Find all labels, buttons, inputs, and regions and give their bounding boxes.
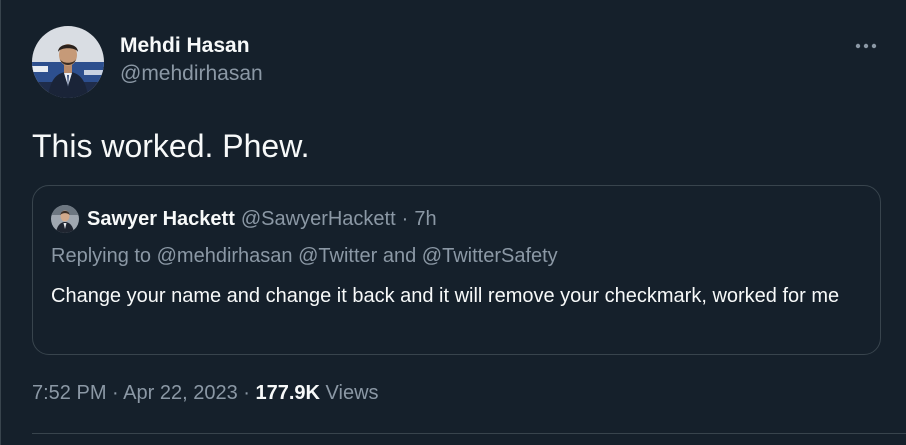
quoted-tweet-header: Sawyer Hackett @SawyerHackett · 7h xyxy=(51,205,437,233)
meta-separator: · xyxy=(237,382,256,404)
quoted-author-name[interactable]: Sawyer Hackett xyxy=(87,208,235,231)
more-options-button[interactable] xyxy=(854,34,878,58)
author-name[interactable]: Mehdi Hasan xyxy=(120,33,263,59)
quoted-timestamp[interactable]: 7h xyxy=(414,208,436,231)
tweet-header: Mehdi Hasan @mehdirhasan xyxy=(32,26,263,98)
views-count[interactable]: 177.9K xyxy=(255,382,320,404)
more-horizontal-icon xyxy=(855,43,877,49)
views-label: Views xyxy=(319,382,379,404)
quoted-author-handle[interactable]: @SawyerHackett xyxy=(241,208,396,231)
avatar-photo-icon xyxy=(32,26,104,98)
avatar-photo-icon xyxy=(51,205,79,233)
tweet-meta: 7:52 PM · Apr 22, 2023 · 177.9K Views xyxy=(32,382,379,405)
quoted-author-avatar[interactable] xyxy=(51,205,79,233)
author-handle[interactable]: @mehdirhasan xyxy=(120,61,263,87)
author-avatar[interactable] xyxy=(32,26,104,98)
author-info: Mehdi Hasan @mehdirhasan xyxy=(120,33,263,87)
tweet-detail: Mehdi Hasan @mehdirhasan This worked. Ph… xyxy=(0,0,906,445)
meta-separator: · xyxy=(106,382,124,404)
tweet-text: This worked. Phew. xyxy=(32,128,310,164)
tweet-time[interactable]: 7:52 PM xyxy=(32,382,106,404)
quoted-separator: · xyxy=(401,207,409,230)
replying-to: Replying to @mehdirhasan @Twitter and @T… xyxy=(51,245,558,267)
quoted-tweet[interactable]: Sawyer Hackett @SawyerHackett · 7h Reply… xyxy=(32,185,881,355)
divider xyxy=(32,433,906,434)
quoted-tweet-text: Change your name and change it back and … xyxy=(51,285,840,307)
tweet-date[interactable]: Apr 22, 2023 xyxy=(123,382,238,404)
